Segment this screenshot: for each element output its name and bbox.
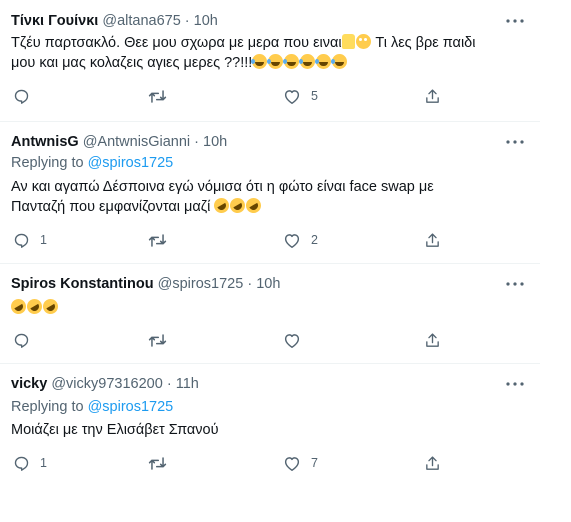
reply-icon <box>13 332 30 349</box>
reply-button[interactable] <box>13 86 40 106</box>
tweet-text: Τζέυ παρτσακλό. Θεε μου σχωρα με μερα πο… <box>11 33 531 73</box>
reply-count: 1 <box>40 233 47 247</box>
reply-icon <box>13 88 30 105</box>
retweet-button[interactable] <box>148 230 167 250</box>
like-icon <box>283 232 301 249</box>
separator-dot: · <box>184 13 190 29</box>
share-button[interactable] <box>424 86 441 106</box>
divider <box>0 263 540 264</box>
retweet-icon <box>148 332 167 349</box>
divider <box>0 121 540 122</box>
display-name[interactable]: Τίνκι Γουίνκι <box>11 13 98 29</box>
timestamp[interactable]: 10h <box>194 13 218 29</box>
reply-button[interactable]: 1 <box>13 230 47 250</box>
share-icon <box>424 232 441 249</box>
display-name[interactable]: AntwnisG <box>11 134 79 150</box>
replying-to: Replying to @spiros1725 <box>11 155 173 171</box>
display-name[interactable]: Spiros Konstantinou <box>11 276 154 292</box>
like-count: 5 <box>311 89 318 103</box>
like-button[interactable]: 7 <box>283 453 318 473</box>
display-name[interactable]: vicky <box>11 376 47 392</box>
tweet-text-line: Αν και αγαπώ Δέσποινα εγώ νόμισα ότι η φ… <box>11 179 434 195</box>
divider <box>0 363 540 364</box>
joy-emoji <box>267 54 284 69</box>
share-button[interactable] <box>424 330 441 350</box>
replying-to-label: Replying to <box>11 155 84 171</box>
separator-dot: · <box>194 134 199 150</box>
rofl-emoji <box>243 195 265 216</box>
tweet-text-line: Τζέυ παρτσακλό. Θεε μου σχωρα με μερα πο… <box>11 35 342 51</box>
share-icon <box>424 88 441 105</box>
separator-dot: · <box>166 376 172 392</box>
like-button[interactable]: 2 <box>283 230 318 250</box>
joy-emoji <box>299 54 316 69</box>
tweet-text-line: Πανταζή που εμφανίζονται μαζί <box>11 199 211 215</box>
replying-to-handle[interactable]: @spiros1725 <box>88 155 174 171</box>
user-handle[interactable]: @altana675 <box>102 13 180 29</box>
tweet-header: AntwnisG @AntwnisGianni · 10h <box>11 134 227 150</box>
reply-count: 1 <box>40 456 47 470</box>
retweet-button[interactable] <box>148 330 167 350</box>
rofl-emoji <box>40 296 61 317</box>
like-count: 2 <box>311 233 318 247</box>
tweet-actions: 1 2 <box>0 230 571 250</box>
share-icon <box>424 332 441 349</box>
user-handle[interactable]: @AntwnisGianni <box>83 134 190 150</box>
replying-to-handle[interactable]: @spiros1725 <box>88 399 174 415</box>
retweet-icon <box>148 455 167 472</box>
folded-hands-emoji <box>341 34 355 49</box>
timestamp[interactable]: 10h <box>256 276 280 292</box>
retweet-button[interactable] <box>148 453 167 473</box>
like-count: 7 <box>311 456 318 470</box>
share-icon <box>424 455 441 472</box>
more-icon[interactable] <box>506 382 524 390</box>
tweet-text: Μοιάζει με την Ελισάβετ Σπανού <box>11 420 531 440</box>
share-button[interactable] <box>424 453 441 473</box>
tweet-header: vicky @vicky97316200 · 11h <box>11 376 199 392</box>
like-icon <box>283 88 301 105</box>
more-icon[interactable] <box>506 282 524 290</box>
tweet-text-line: μου και μας κολαζεις αγιες μερες ??!!! <box>11 55 253 71</box>
timestamp[interactable]: 11h <box>176 376 199 392</box>
joy-emoji <box>283 54 300 69</box>
tweet-actions: 5 <box>0 86 571 106</box>
retweet-icon <box>148 88 167 105</box>
more-icon[interactable] <box>506 19 524 27</box>
reply-feed: Τίνκι Γουίνκι @altana675 · 10h Τζέυ παρτ… <box>0 0 571 522</box>
tweet-header: Τίνκι Γουίνκι @altana675 · 10h <box>11 13 218 29</box>
tweet-text-line: Τι λες βρε παιδι <box>371 35 476 51</box>
flushed-face-emoji <box>355 34 371 49</box>
separator-dot: · <box>247 276 253 292</box>
reply-button[interactable] <box>13 330 30 350</box>
joy-emoji <box>315 54 332 69</box>
user-handle[interactable]: @vicky97316200 <box>51 376 162 392</box>
share-button[interactable] <box>424 230 441 250</box>
like-button[interactable] <box>283 330 301 350</box>
joy-emoji <box>251 54 268 69</box>
tweet-text-line: Μοιάζει με την Ελισάβετ Σπανού <box>11 422 219 438</box>
tweet-text <box>8 296 531 318</box>
retweet-button[interactable] <box>148 86 167 106</box>
tweet-actions <box>0 330 571 350</box>
reply-button[interactable]: 1 <box>13 453 47 473</box>
user-handle[interactable]: @spiros1725 <box>158 276 244 292</box>
like-button[interactable]: 5 <box>283 86 318 106</box>
tweet-text: Αν και αγαπώ Δέσποινα εγώ νόμισα ότι η φ… <box>11 177 531 217</box>
tweet-actions: 1 7 <box>0 453 571 473</box>
joy-emoji <box>331 54 348 69</box>
reply-icon <box>13 455 30 472</box>
replying-to: Replying to @spiros1725 <box>11 399 173 415</box>
reply-icon <box>13 232 30 249</box>
retweet-icon <box>148 232 167 249</box>
tweet-header: Spiros Konstantinou @spiros1725 · 10h <box>11 276 280 292</box>
like-icon <box>283 455 301 472</box>
replying-to-label: Replying to <box>11 399 84 415</box>
like-icon <box>283 332 301 349</box>
more-icon[interactable] <box>506 140 524 148</box>
timestamp[interactable]: 10h <box>203 134 227 150</box>
